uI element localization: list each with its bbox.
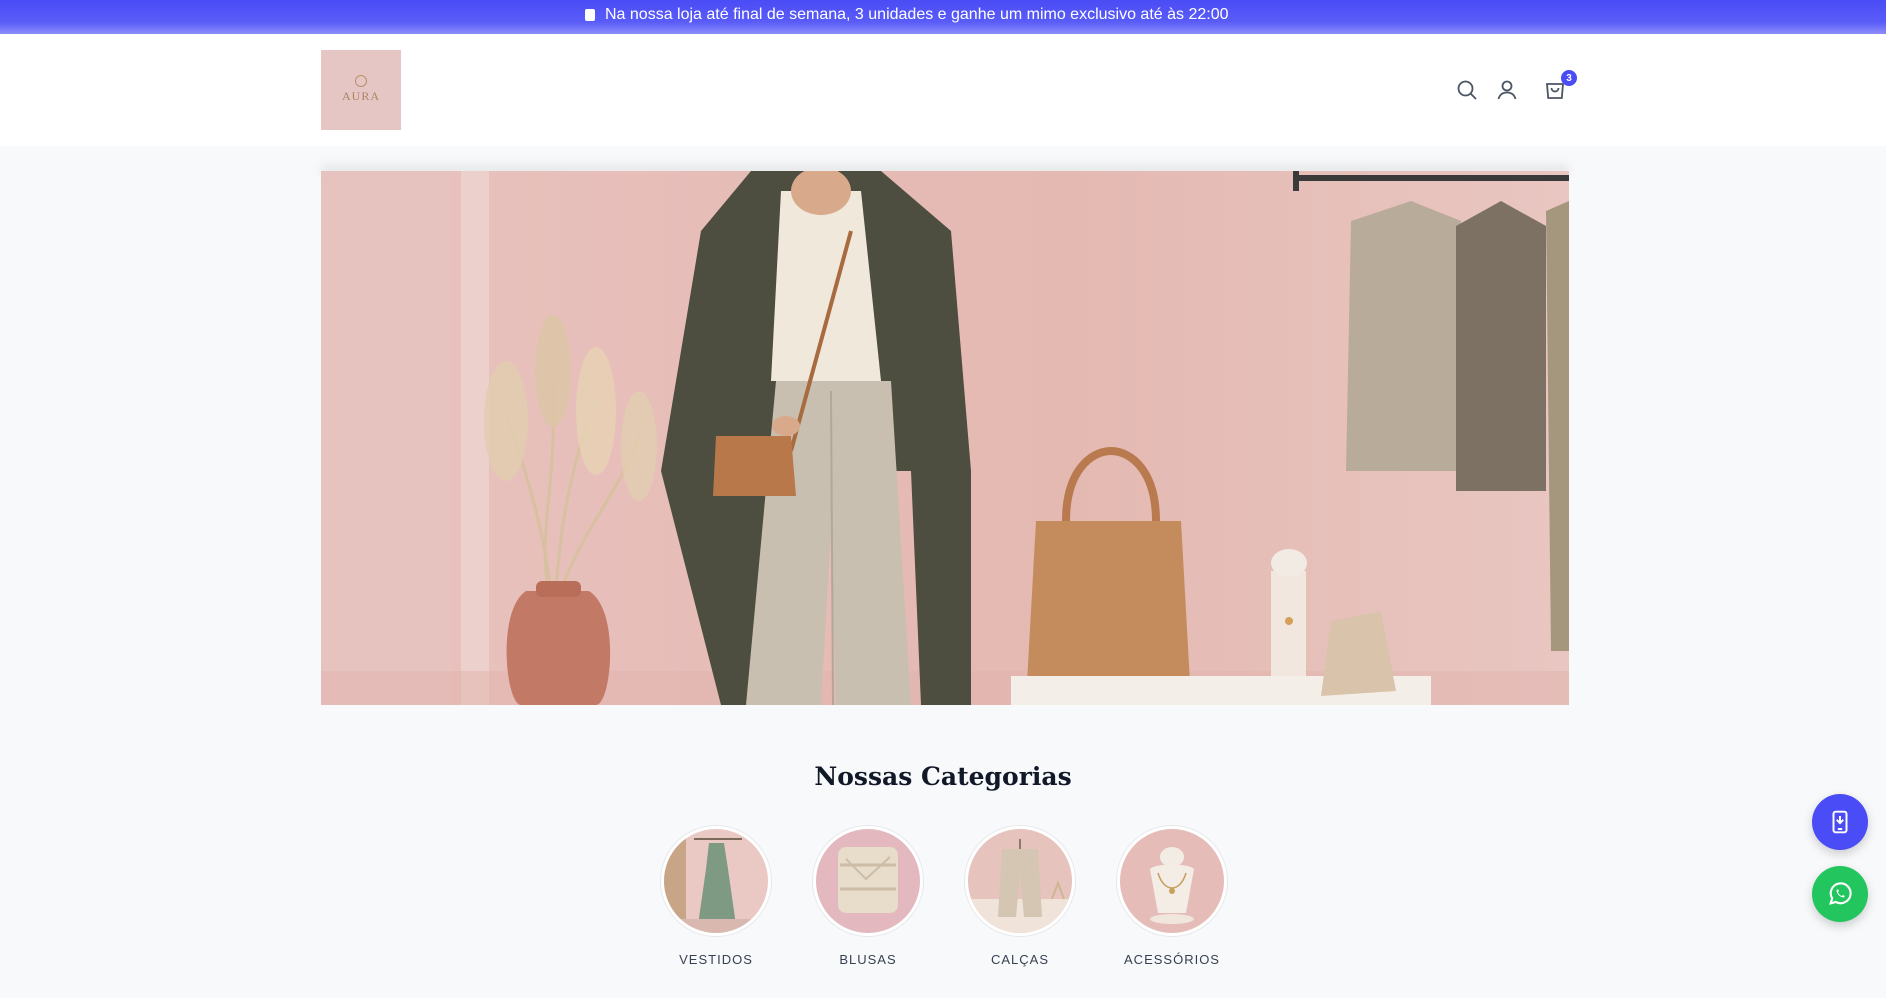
category-label: ACESSÓRIOS <box>1124 952 1220 967</box>
category-image <box>965 826 1075 936</box>
logo-mark-icon <box>355 75 367 87</box>
app-download-button[interactable] <box>1812 794 1868 850</box>
announcement-bar: Na nossa loja até final de semana, 3 uni… <box>0 0 1886 34</box>
announcement-text: Na nossa loja até final de semana, 3 uni… <box>605 6 1229 23</box>
search-button[interactable] <box>1455 78 1481 104</box>
account-button[interactable] <box>1495 78 1521 104</box>
logo-text: AURA <box>341 89 380 103</box>
hero-banner[interactable] <box>321 171 1569 705</box>
blouse-image <box>816 829 920 933</box>
category-image <box>813 826 923 936</box>
category-label: CALÇAS <box>990 952 1050 967</box>
category-acessorios[interactable]: ACESSÓRIOS <box>1116 826 1228 976</box>
necklace-image <box>1120 829 1224 933</box>
announcement-content: Na nossa loja até final de semana, 3 uni… <box>585 6 1229 24</box>
whatsapp-button[interactable] <box>1812 866 1868 922</box>
category-vestidos[interactable]: VESTIDOS <box>660 826 772 976</box>
category-image <box>1117 826 1227 936</box>
category-blusas[interactable]: BLUSAS <box>812 826 924 976</box>
categories-row: VESTIDOS BLUSAS CALÇAS ACESSÓRIOS <box>0 826 1886 976</box>
categories-title: Nossas Categorias <box>814 762 1072 791</box>
whatsapp-icon <box>1829 882 1852 905</box>
mobile-phone-icon <box>585 9 595 21</box>
site-header: AURA 3 <box>0 34 1886 146</box>
user-icon <box>1497 80 1517 100</box>
store-logo[interactable]: AURA <box>321 50 401 130</box>
dress-image <box>664 829 768 933</box>
hero-image <box>321 171 1569 705</box>
category-label: BLUSAS <box>839 952 897 967</box>
pants-image <box>968 829 1072 933</box>
mobile-app-icon <box>1832 810 1848 834</box>
search-icon <box>1457 80 1477 100</box>
header-actions: 3 <box>1455 70 1577 108</box>
cart-count-badge: 3 <box>1561 70 1577 86</box>
category-calcas[interactable]: CALÇAS <box>964 826 1076 976</box>
category-image <box>661 826 771 936</box>
category-label: VESTIDOS <box>679 952 753 967</box>
